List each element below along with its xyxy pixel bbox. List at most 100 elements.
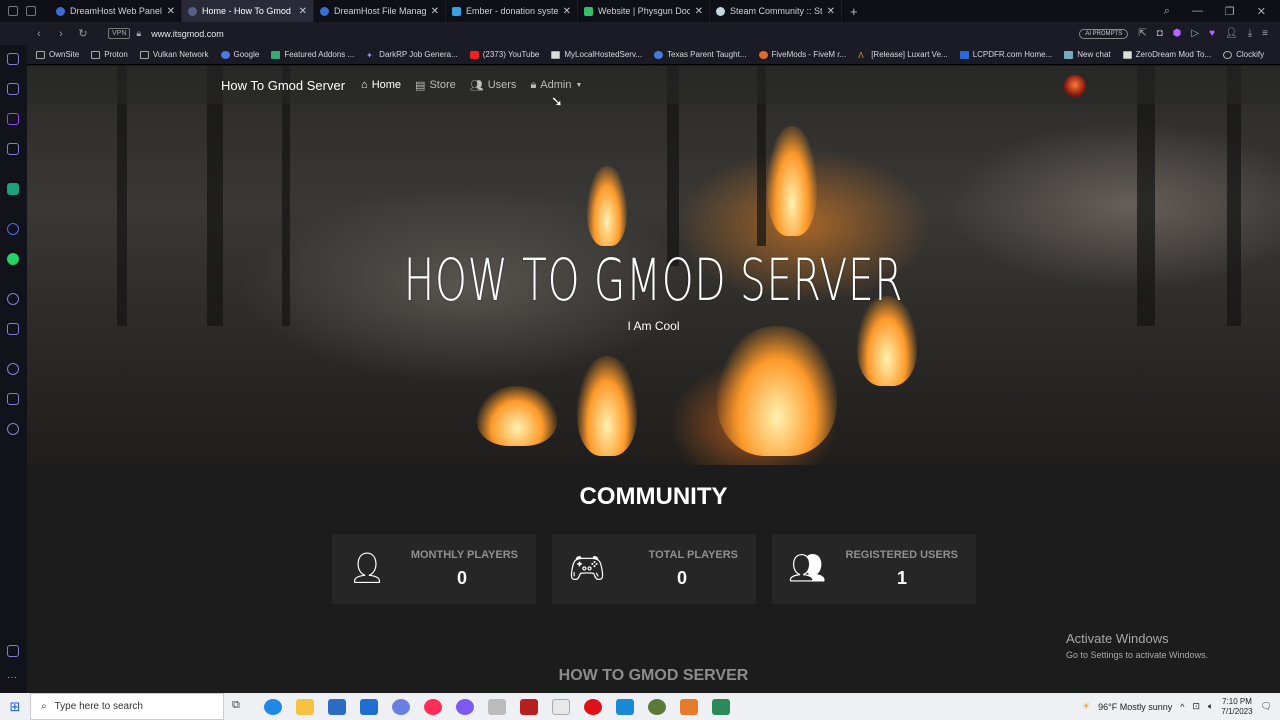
bookmark-item[interactable]: LCPDFR.com Home... [959, 50, 1052, 59]
ai-prompts-button[interactable]: AI PROMPTS [1079, 28, 1129, 39]
windows-start-icon[interactable]: ⊞ [0, 699, 30, 715]
heart-icon[interactable]: ♥ [1209, 28, 1215, 39]
menu-icon[interactable]: ≡ [1262, 28, 1268, 39]
user-avatar[interactable] [1064, 75, 1086, 97]
workspaces-icon[interactable] [8, 6, 18, 16]
weather-text[interactable]: 96°F Mostly sunny [1098, 702, 1172, 712]
browser-tab[interactable]: DreamHost Web Panel > W ✕ [50, 0, 182, 22]
volume-icon[interactable]: 🔈︎ [1208, 701, 1213, 712]
bookmark-item[interactable]: Google [220, 50, 259, 59]
discord-icon[interactable] [456, 698, 474, 715]
download-icon[interactable]: ⤓ [1248, 28, 1252, 39]
chevron-up-icon[interactable]: ^ [1180, 702, 1184, 712]
tab-close-icon[interactable]: ✕ [695, 6, 703, 17]
taskbar-search[interactable]: ⌕ Type here to search [30, 693, 224, 720]
app-icon[interactable] [392, 698, 410, 715]
new-tab-icon[interactable]: + [842, 4, 858, 19]
store-app-icon[interactable] [328, 698, 346, 715]
app-icon[interactable] [488, 698, 506, 715]
shield-icon[interactable]: ⬢ [1173, 28, 1182, 39]
history-icon[interactable] [7, 363, 19, 375]
notifications-icon[interactable]: 🗨︎ [1261, 701, 1272, 712]
bookmark-item[interactable]: MyLocalHostedServ... [551, 50, 642, 59]
chatgpt-icon[interactable] [7, 183, 19, 195]
bookmark-item[interactable]: Texas Parent Taught... [654, 50, 747, 59]
browser-tab[interactable]: DreamHost File Manager ✕ [314, 0, 446, 22]
search-tabs-icon[interactable]: ⌕ [1164, 5, 1170, 18]
settings-icon[interactable] [7, 423, 19, 435]
camera-icon[interactable]: ◘ [1157, 28, 1163, 39]
tab-close-icon[interactable]: ✕ [563, 6, 571, 17]
nav-store[interactable]: ▤ Store [415, 79, 456, 92]
filezilla-icon[interactable] [520, 698, 538, 715]
bookmark-item[interactable]: ✦ DarkRP Job Genera... [366, 50, 458, 60]
browser-tab[interactable]: Website | Physgun Doc ✕ [578, 0, 710, 22]
cube-icon[interactable] [7, 393, 19, 405]
weather-icon[interactable]: ☀ [1082, 701, 1090, 712]
twitch-icon[interactable] [7, 113, 19, 125]
forward-icon[interactable]: › [50, 28, 72, 40]
fire-flame [477, 386, 557, 446]
bookmark-item[interactable]: (2373) YouTube [469, 50, 539, 59]
browser-tab[interactable]: Ember - donation system, ✕ [446, 0, 578, 22]
speed-dial-icon[interactable] [7, 53, 19, 65]
opera-icon[interactable] [584, 698, 602, 715]
tab-title: Home - How To Gmod Serv [202, 6, 294, 16]
profile-icon[interactable]: 👤︎ [1225, 28, 1238, 39]
bookmark-item[interactable]: Vulkan Network [139, 50, 209, 59]
tab-menu-icon[interactable] [26, 6, 36, 16]
play-icon[interactable]: ▷ [1191, 28, 1199, 39]
bookmark-item[interactable]: New chat [1064, 50, 1111, 59]
stat-card-total-players: 🎮︎ TOTAL PLAYERS 0 [552, 534, 756, 604]
edge-icon[interactable] [264, 698, 282, 715]
url-field[interactable]: www.itsgmod.com [151, 29, 224, 39]
file-explorer-icon[interactable] [296, 698, 314, 715]
sidebar-settings-icon[interactable] [7, 645, 19, 657]
opera-gx-icon[interactable] [424, 698, 442, 715]
share-icon[interactable]: ⇱ [1138, 28, 1146, 39]
nav-admin-dropdown[interactable]: 🔒︎ Admin ▼ [530, 79, 582, 92]
bookmark-item[interactable]: OwnSite [36, 50, 79, 59]
back-icon[interactable]: ‹ [28, 28, 50, 40]
reload-icon[interactable]: ↻ [72, 27, 94, 40]
vscode-icon[interactable] [616, 698, 634, 715]
clock[interactable]: 7:10 PM 7/1/2023 [1221, 697, 1252, 717]
app-icon[interactable] [552, 698, 570, 715]
bookmark-item[interactable]: ZeroDream Mod To... [1122, 50, 1212, 59]
maximize-icon[interactable]: ❐ [1225, 5, 1235, 18]
vpn-badge[interactable]: VPN [108, 28, 131, 39]
fire-flame [767, 126, 817, 236]
tab-close-icon[interactable]: ✕ [299, 6, 307, 17]
tab-close-icon[interactable]: ✕ [167, 6, 175, 17]
task-view-icon[interactable]: ⧉ [232, 699, 250, 715]
messenger-icon[interactable] [7, 223, 19, 235]
browser-tab-active[interactable]: Home - How To Gmod Serv ✕ [182, 0, 314, 22]
more-icon[interactable]: ··· [7, 673, 19, 685]
bookmark-label: ZeroDream Mod To... [1135, 50, 1212, 59]
tab-favicon-icon [320, 6, 329, 16]
minimize-icon[interactable]: — [1192, 5, 1203, 18]
mail-icon[interactable] [360, 698, 378, 715]
nav-users[interactable]: 👥︎ Users [470, 79, 517, 92]
send-icon[interactable] [7, 323, 19, 335]
close-window-icon[interactable]: ✕ [1257, 5, 1266, 18]
app-icon[interactable] [648, 698, 666, 715]
site-brand[interactable]: How To Gmod Server [221, 78, 345, 93]
network-icon[interactable]: ⊡ [1192, 701, 1200, 712]
bag-icon[interactable] [7, 83, 19, 95]
tab-close-icon[interactable]: ✕ [431, 6, 439, 17]
bookmark-item[interactable]: Λ [Release] Luxart Ve... [858, 50, 948, 60]
bookmark-item[interactable]: FiveMods - FiveM r... [758, 50, 846, 59]
bookmark-item[interactable]: Featured Addons ... [271, 50, 354, 59]
bookmark-item[interactable]: Clockify [1223, 50, 1264, 59]
xampp-icon[interactable] [680, 698, 698, 715]
bookmark-item[interactable]: Proton [91, 50, 128, 59]
app-icon[interactable] [712, 698, 730, 715]
instagram-icon[interactable] [7, 143, 19, 155]
lock-icon[interactable]: 🔒︎ [136, 28, 141, 39]
player-icon[interactable] [7, 293, 19, 305]
nav-home[interactable]: ⌂ Home [361, 79, 401, 91]
whatsapp-icon[interactable] [7, 253, 19, 265]
browser-tab[interactable]: Steam Community :: Steam ✕ [710, 0, 842, 22]
tab-close-icon[interactable]: ✕ [827, 6, 835, 17]
